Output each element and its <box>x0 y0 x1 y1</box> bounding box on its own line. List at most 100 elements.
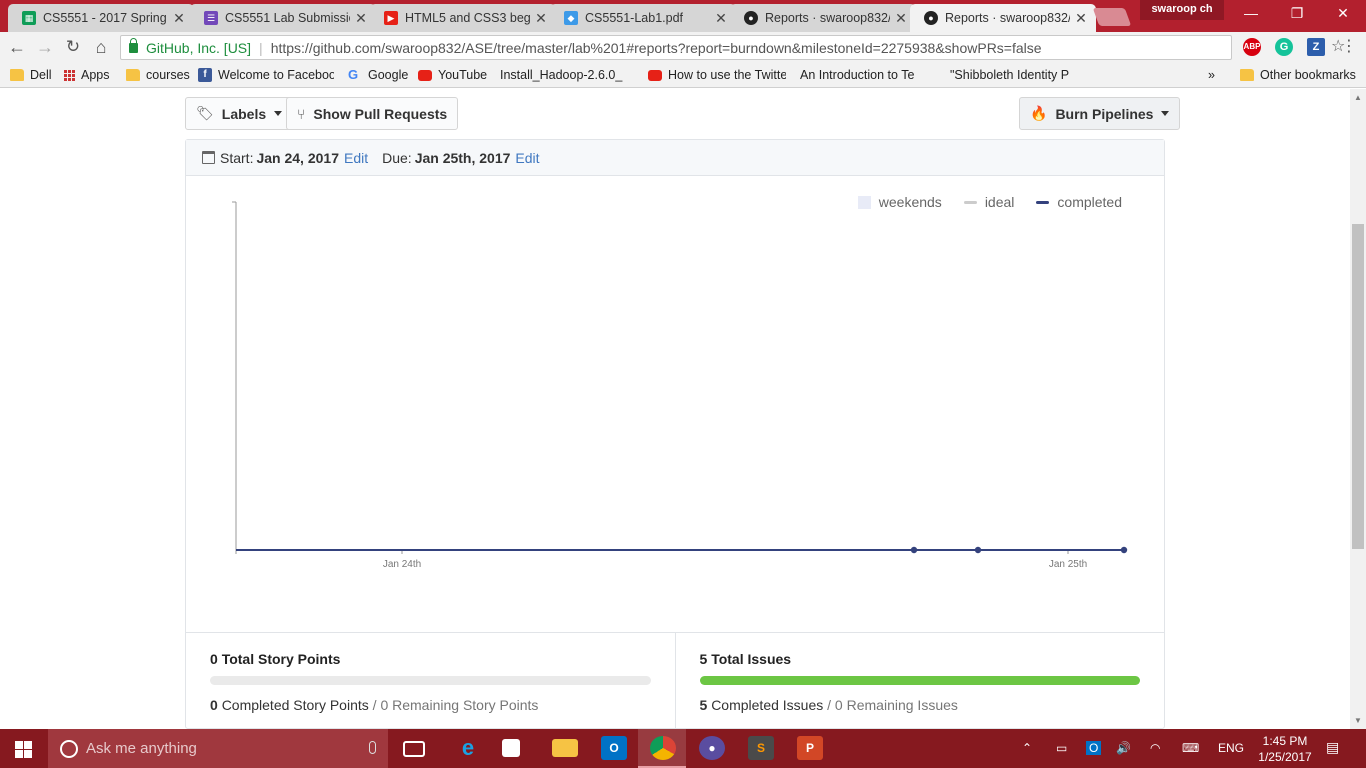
burndown-chart: Jan 24th Jan 25th <box>232 201 1128 570</box>
github-icon: ● <box>924 11 938 25</box>
edit-due-link[interactable]: Edit <box>515 150 539 166</box>
scroll-down-icon[interactable]: ▼ <box>1354 716 1362 725</box>
outlook-tray-icon[interactable]: O <box>1086 741 1102 755</box>
bookmarks-bar: Dell Apps courses f Welcome to Faceboo GG… <box>0 62 1366 88</box>
youtube-icon <box>648 69 662 81</box>
github-icon: ● <box>744 11 758 25</box>
completed-data-point <box>910 546 918 554</box>
bookmark-item[interactable]: How to use the Twitte <box>648 67 786 83</box>
story-points-progress-bar <box>210 676 651 685</box>
home-icon[interactable]: ⌂ <box>90 36 112 58</box>
bookmarks-overflow-button[interactable]: » <box>1208 67 1215 83</box>
issues-progress-bar <box>699 676 1140 685</box>
back-arrow-icon[interactable]: ← <box>6 36 28 58</box>
x-tick-label: Jan 24th <box>383 559 421 570</box>
close-tab-icon[interactable]: ✕ <box>354 10 368 27</box>
chrome-icon[interactable] <box>650 736 676 760</box>
minimize-icon[interactable]: — <box>1228 0 1274 28</box>
new-tab-button[interactable] <box>1092 8 1132 26</box>
folder-icon <box>10 69 24 81</box>
wifi-icon[interactable]: ◠ <box>1150 741 1160 755</box>
edit-start-link[interactable]: Edit <box>344 150 368 166</box>
calendar-icon <box>202 151 215 164</box>
bookmark-item[interactable]: Apps <box>64 67 110 83</box>
pull-request-icon: ⑂ <box>297 105 306 122</box>
zenhub-icon[interactable]: Z <box>1307 38 1325 56</box>
adblock-plus-icon[interactable]: ABP <box>1243 38 1261 56</box>
tag-icon: 🏷 <box>196 105 214 121</box>
bookmark-item[interactable]: YouTube <box>418 67 487 83</box>
close-tab-icon[interactable]: ✕ <box>172 10 186 27</box>
task-view-icon[interactable] <box>403 741 425 757</box>
keyboard-icon[interactable]: ⌨ <box>1182 741 1199 755</box>
browser-tab[interactable]: ▶ HTML5 and CSS3 begi ✕ <box>370 4 556 32</box>
completed-data-point <box>974 546 982 554</box>
forward-arrow-icon[interactable]: → <box>34 36 56 58</box>
store-icon[interactable] <box>502 739 520 757</box>
volume-icon[interactable]: 🔊 <box>1116 741 1131 755</box>
outlook-icon[interactable]: O <box>601 736 627 760</box>
browser-tab-strip: ▦ CS5551 - 2017 Spring ✕ ☰ CS5551 Lab Su… <box>0 0 1366 32</box>
grammarly-icon[interactable]: G <box>1275 38 1293 56</box>
caret-down-icon <box>1161 111 1170 116</box>
other-bookmarks[interactable]: Other bookmarks <box>1240 67 1356 83</box>
divider: | <box>259 39 263 56</box>
browser-tab-active[interactable]: ● Reports · swaroop832/ ✕ <box>910 4 1096 32</box>
browser-tab[interactable]: ◆ CS5551-Lab1.pdf ✕ <box>550 4 736 32</box>
profile-badge[interactable]: swaroop ch <box>1140 0 1224 20</box>
page-scrollbar[interactable]: ▲ ▼ <box>1350 89 1366 729</box>
network-adapter-icon[interactable]: ▭ <box>1056 741 1067 755</box>
menu-icon[interactable]: ⋮ <box>1338 36 1360 58</box>
file-explorer-icon[interactable] <box>552 739 578 757</box>
bookmark-item[interactable]: G Google <box>348 67 408 83</box>
issues-stat: 5 Total Issues 5 Completed Issues / 0 Re… <box>674 633 1165 729</box>
close-tab-icon[interactable]: ✕ <box>894 10 908 27</box>
youtube-icon: ▶ <box>384 11 398 25</box>
browser-tab[interactable]: ▦ CS5551 - 2017 Spring ✕ <box>8 4 194 32</box>
bookmark-item[interactable]: courses <box>126 67 190 83</box>
close-window-icon[interactable]: ✕ <box>1320 0 1366 28</box>
completed-data-point <box>1120 546 1128 554</box>
milestone-dates: Start: Jan 24, 2017 Edit Due: Jan 25th, … <box>186 140 1164 176</box>
microphone-icon[interactable] <box>369 741 376 754</box>
zenhub-app-icon[interactable]: ● <box>699 736 725 760</box>
language-indicator[interactable]: ENG <box>1218 741 1244 755</box>
tray-chevron-icon[interactable]: ⌃ <box>1022 741 1032 755</box>
bookmark-item[interactable]: Dell <box>10 67 52 83</box>
flame-icon: 🔥 <box>1030 105 1048 121</box>
browser-tab[interactable]: ● Reports · swaroop832/ ✕ <box>730 4 916 32</box>
url-path: /swaroop832/ASE/tree/master/lab%201#repo… <box>381 39 1042 56</box>
reload-icon[interactable]: ↻ <box>62 36 84 58</box>
sublime-text-icon[interactable]: S <box>748 736 774 760</box>
apps-grid-icon <box>64 69 75 81</box>
dropbox-icon: ◆ <box>564 11 578 25</box>
scrollbar-thumb[interactable] <box>1352 224 1364 549</box>
edge-icon[interactable]: e <box>455 735 481 760</box>
windows-start-icon[interactable] <box>0 729 48 768</box>
bookmark-item[interactable]: f Welcome to Faceboo <box>198 67 334 83</box>
close-tab-icon[interactable]: ✕ <box>534 10 548 27</box>
address-bar[interactable]: GitHub, Inc. [US] | https://github.com/s… <box>120 35 1345 60</box>
caret-down-icon <box>274 111 283 116</box>
close-tab-icon[interactable]: ✕ <box>714 10 728 27</box>
security-indicator[interactable]: GitHub, Inc. [US] <box>146 40 251 56</box>
bookmark-item[interactable]: Install_Hadoop-2.6.0_ <box>500 67 636 83</box>
restore-icon[interactable]: ❐ <box>1274 0 1320 28</box>
show-pull-requests-button[interactable]: ⑂ Show Pull Requests <box>286 97 459 130</box>
powerpoint-icon[interactable]: P <box>797 736 823 760</box>
browser-tab[interactable]: ☰ CS5551 Lab Submissio ✕ <box>190 4 376 32</box>
bookmark-item[interactable]: An Introduction to Te <box>800 67 936 83</box>
burn-pipelines-dropdown[interactable]: 🔥 Burn Pipelines <box>1019 97 1181 130</box>
cortana-icon <box>60 739 78 758</box>
cortana-search-box[interactable]: Ask me anything <box>48 729 388 768</box>
close-tab-icon[interactable]: ✕ <box>1074 10 1088 27</box>
system-clock[interactable]: 1:45 PM 1/25/2017 <box>1250 733 1320 765</box>
forms-icon: ☰ <box>204 11 218 25</box>
notifications-icon[interactable]: ▤ <box>1326 739 1339 756</box>
start-date: Jan 24, 2017 <box>256 149 339 166</box>
scroll-up-icon[interactable]: ▲ <box>1354 93 1362 102</box>
bookmark-item[interactable]: "Shibboleth Identity P <box>950 67 1086 83</box>
windows-taskbar: Ask me anything e O ● S P ⌃ ▭ O 🔊 ◠ ⌨ EN… <box>0 729 1366 768</box>
labels-dropdown[interactable]: 🏷 Labels <box>185 97 294 130</box>
due-date: Jan 25th, 2017 <box>414 149 511 166</box>
